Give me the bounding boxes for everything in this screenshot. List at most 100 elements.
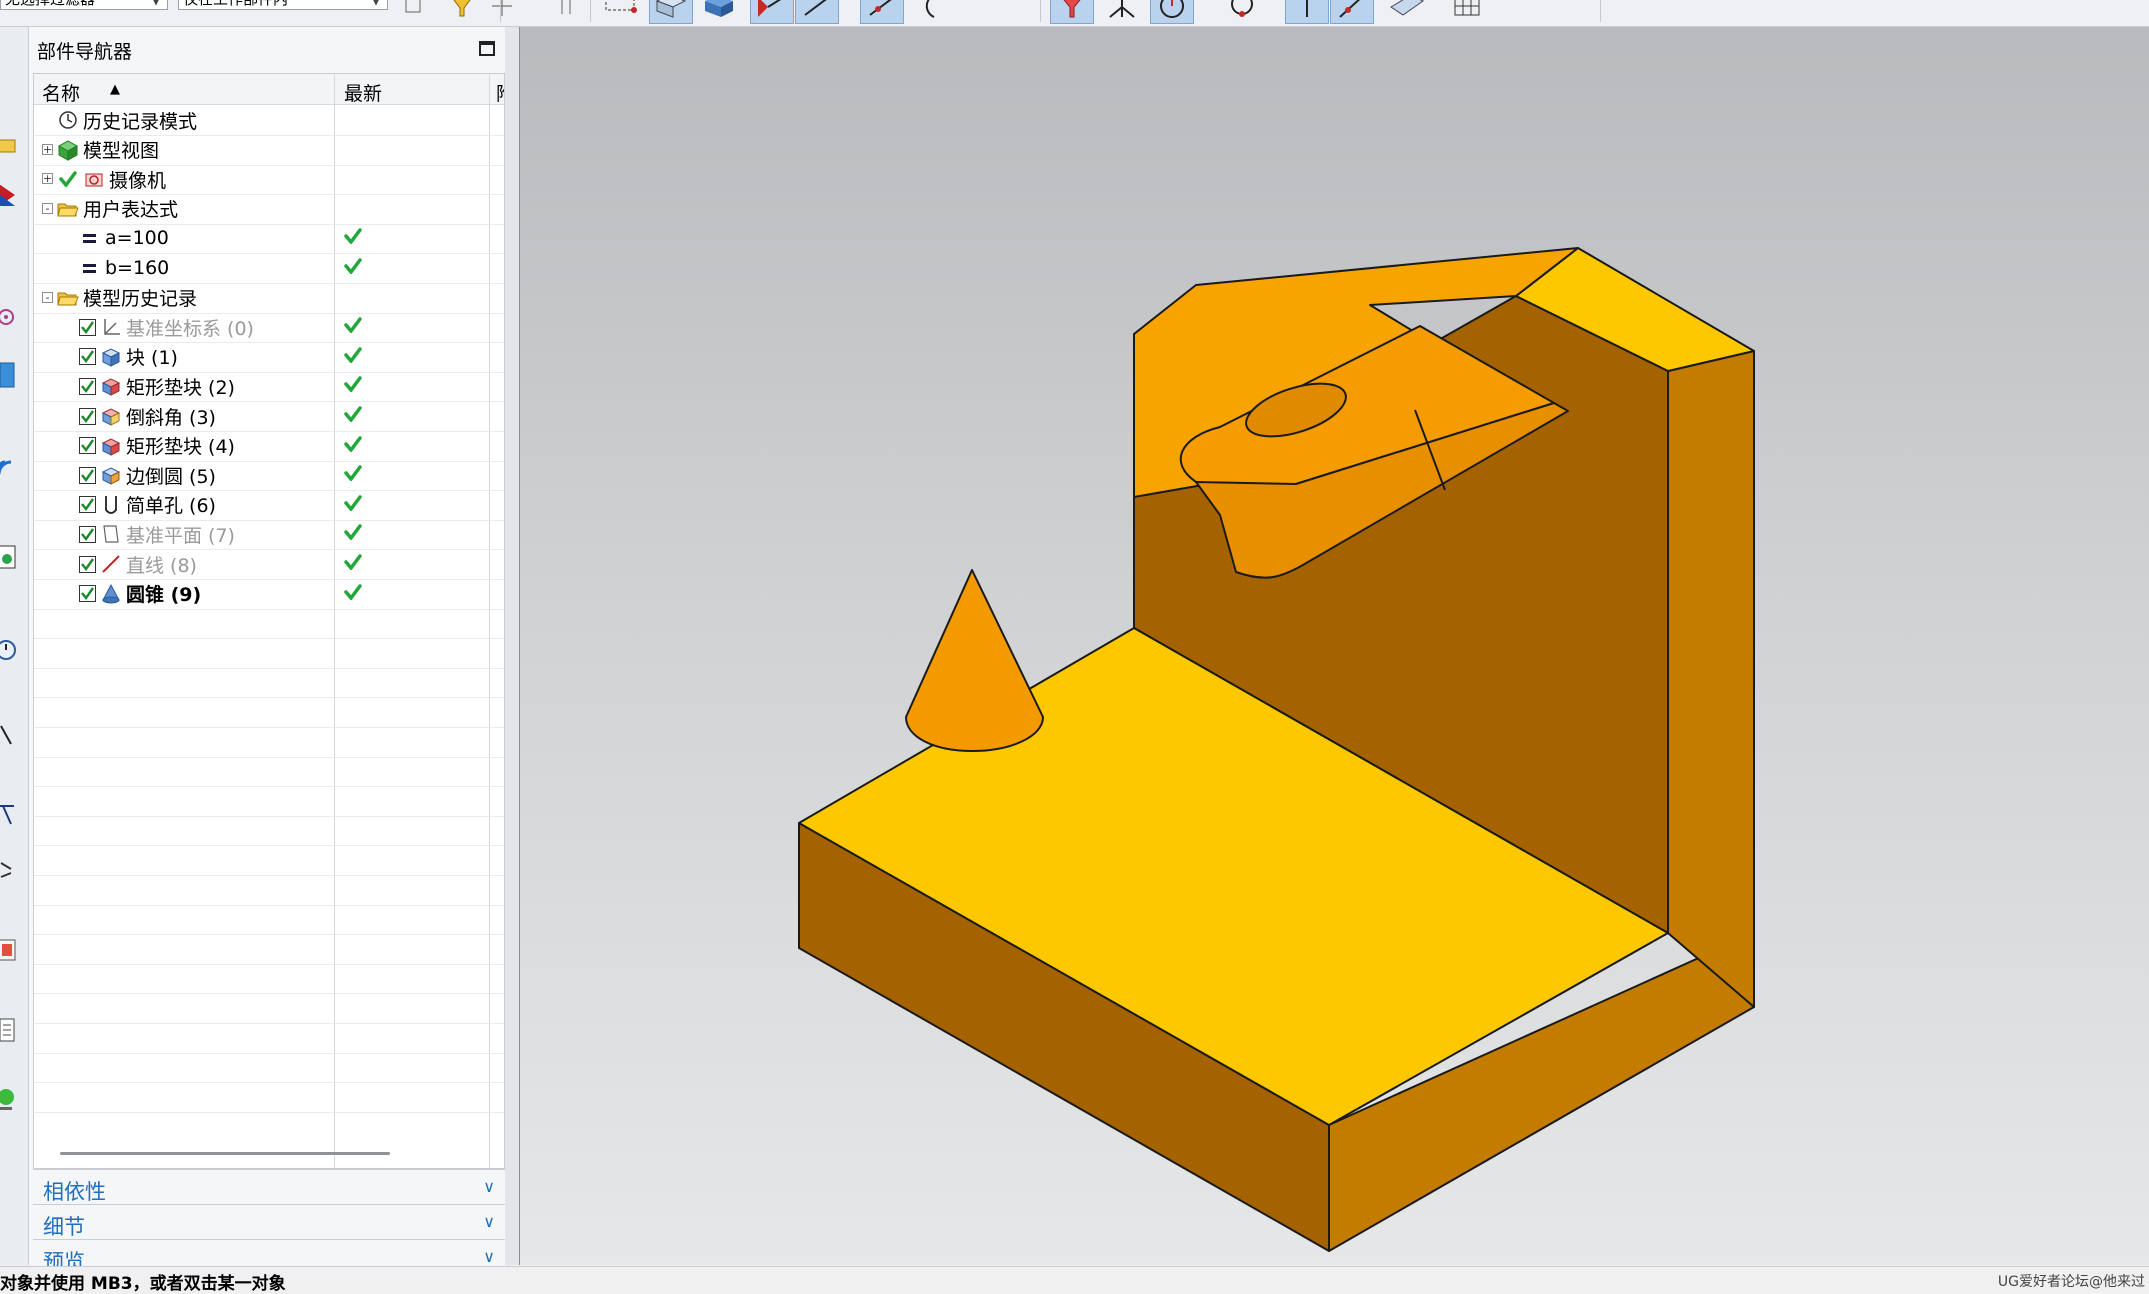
tree-row[interactable]: 矩形垫块 (2) <box>34 371 504 403</box>
tree-row-label: 基准平面 (7) <box>126 524 235 547</box>
tree-row[interactable]: 基准平面 (7) <box>34 519 504 551</box>
selection-filter-dropdown[interactable]: 无选择过滤器 ▼ <box>0 0 168 10</box>
column-header-name[interactable]: 名称 <box>42 79 80 106</box>
visibility-checkbox[interactable] <box>79 437 96 455</box>
tree-row-name-cell: 用户表达式 <box>57 197 178 221</box>
line-red-icon <box>100 553 122 575</box>
tree-row[interactable]: 基准坐标系 (0) <box>34 312 504 344</box>
column-header-third[interactable]: 附 <box>496 79 504 106</box>
selection-scope-value: 仅在工作部件内 <box>183 0 288 9</box>
column-header-latest[interactable]: 最新 <box>344 79 382 106</box>
circle-center-icon[interactable] <box>1150 0 1194 24</box>
dimension-icon[interactable] <box>545 0 589 24</box>
grid-icon[interactable] <box>1445 0 1489 24</box>
dimension-tab-icon[interactable] <box>0 717 20 753</box>
visibility-checkbox[interactable] <box>79 407 96 425</box>
tree-row[interactable]: 历史记录模式 <box>34 105 504 136</box>
tree-row[interactable]: - 模型历史记录 <box>34 283 504 314</box>
horizontal-scrollbar[interactable] <box>60 1152 390 1155</box>
panel-details[interactable]: 细节 ∨ <box>33 1204 505 1240</box>
clock-icon <box>57 109 79 131</box>
view-point-icon[interactable] <box>750 0 794 24</box>
funnel-filter-icon[interactable] <box>440 0 484 24</box>
green-ball-tab-icon[interactable] <box>0 1082 20 1118</box>
shaded-solid-icon[interactable] <box>697 0 741 24</box>
maximize-icon[interactable] <box>479 41 495 56</box>
navigator-splitter[interactable] <box>505 27 519 1265</box>
up-to-date-check-icon <box>344 435 362 457</box>
tree-row-label: 基准坐标系 (0) <box>126 317 254 340</box>
toolbar-separator <box>500 0 501 22</box>
selection-scope-dropdown[interactable]: 仅在工作部件内 ▼ <box>178 0 388 10</box>
equals-icon <box>79 257 101 279</box>
point-on-line-icon[interactable] <box>1330 0 1374 24</box>
visibility-checkbox[interactable] <box>79 318 96 336</box>
tree-header: 名称 ▲ 最新 附 <box>34 74 504 105</box>
clock-tab-icon[interactable] <box>0 632 20 668</box>
tree-row[interactable]: 圆锥 (9) <box>34 579 504 610</box>
panel-dependencies[interactable]: 相依性 ∨ <box>33 1169 505 1205</box>
arrow-line-icon[interactable] <box>860 0 904 24</box>
tree-row-name-cell: 矩形垫块 (4) <box>79 434 235 458</box>
vertical-line-icon[interactable] <box>1285 0 1329 24</box>
roles-tab-icon[interactable] <box>0 797 20 833</box>
up-to-date-check-icon <box>344 346 362 368</box>
book-tab-icon[interactable] <box>0 357 20 393</box>
collapse-icon[interactable]: - <box>42 291 53 303</box>
sort-ascending-icon[interactable]: ▲ <box>110 82 120 97</box>
tree-row[interactable]: + 摄像机 <box>34 164 504 196</box>
plane-icon[interactable] <box>1385 0 1429 24</box>
empty-tree-row <box>34 1023 504 1054</box>
up-to-date-check-icon <box>344 316 362 338</box>
tree-row[interactable]: a=100 <box>34 223 504 255</box>
crosshair-icon[interactable] <box>480 0 524 24</box>
expand-icon[interactable]: + <box>42 173 53 185</box>
circle-point-icon[interactable] <box>1220 0 1264 24</box>
tree-row-name-cell: 边倒圆 (5) <box>79 463 216 488</box>
funnel-active-icon[interactable] <box>1050 0 1094 24</box>
expand-icon[interactable]: + <box>42 143 53 155</box>
tree-row[interactable]: 边倒圆 (5) <box>34 460 504 492</box>
folder-tab-icon[interactable] <box>0 127 20 163</box>
tree-row[interactable]: 块 (1) <box>34 342 504 373</box>
snap-point-icon[interactable] <box>393 0 437 24</box>
graphics-viewport[interactable] <box>519 27 2149 1265</box>
line-icon[interactable] <box>795 0 839 24</box>
empty-tree-row <box>34 1082 504 1113</box>
list-tab-icon[interactable] <box>0 1012 20 1048</box>
tree-row[interactable]: 矩形垫块 (4) <box>34 431 504 462</box>
visibility-checkbox[interactable] <box>79 466 96 484</box>
model-views-icon <box>57 139 79 161</box>
part-model[interactable] <box>520 27 2149 1265</box>
folder-open-icon <box>57 287 79 309</box>
tree-row[interactable]: 直线 (8) <box>34 549 504 580</box>
signal-tab-icon[interactable] <box>0 447 20 483</box>
tree-row[interactable]: 倒斜角 (3) <box>34 401 504 432</box>
chevron-down-icon: ∨ <box>483 1212 495 1231</box>
empty-tree-row <box>34 845 504 876</box>
visibility-checkbox[interactable] <box>79 555 96 573</box>
visibility-checkbox[interactable] <box>79 525 96 543</box>
tree-row-label: 倒斜角 (3) <box>126 406 216 429</box>
tree-row[interactable]: + 模型视图 <box>34 135 504 166</box>
tools-tab-icon[interactable] <box>0 852 20 888</box>
visibility-checkbox[interactable] <box>79 585 96 603</box>
shaded-edges-icon[interactable] <box>649 0 693 24</box>
navigator-header: 部件导航器 <box>29 27 505 73</box>
angle-icon[interactable] <box>1100 0 1144 24</box>
collapse-icon[interactable]: - <box>42 202 53 214</box>
target-tab-icon[interactable] <box>0 299 20 335</box>
palette-tab-icon[interactable] <box>0 932 20 968</box>
status-message: 对象并使用 MB3，或者双击某一对象 <box>0 1274 286 1294</box>
arc-icon[interactable] <box>910 0 954 24</box>
tree-row[interactable]: - 用户表达式 <box>34 194 504 225</box>
assembly-tab-icon[interactable] <box>0 177 20 213</box>
empty-tree-row <box>34 963 504 995</box>
web-tab-icon[interactable] <box>0 539 20 575</box>
visibility-checkbox[interactable] <box>79 496 96 514</box>
visibility-checkbox[interactable] <box>79 348 96 366</box>
tree-row[interactable]: b=160 <box>34 253 504 284</box>
visibility-checkbox[interactable] <box>79 377 96 395</box>
rectangle-select-icon[interactable] <box>600 0 644 24</box>
tree-row[interactable]: 简单孔 (6) <box>34 490 504 521</box>
